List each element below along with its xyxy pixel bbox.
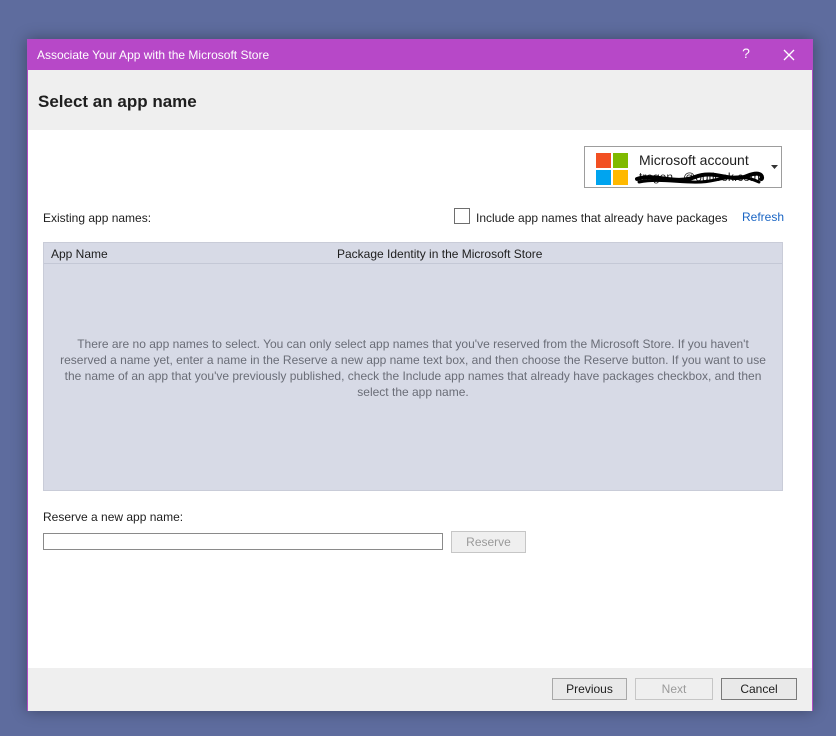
close-icon[interactable]	[780, 46, 798, 64]
redaction-scribble-icon	[635, 171, 765, 184]
empty-grid-message: There are no app names to select. You ca…	[60, 337, 766, 399]
account-name: Microsoft account	[639, 152, 749, 168]
cancel-button[interactable]: Cancel	[721, 678, 797, 700]
column-app-name[interactable]: App Name	[51, 247, 108, 261]
chevron-down-icon	[771, 165, 778, 169]
reserve-app-name-label: Reserve a new app name:	[43, 510, 184, 524]
include-packages-label: Include app names that already have pack…	[476, 211, 728, 225]
reserve-button[interactable]: Reserve	[451, 531, 526, 553]
window-title: Associate Your App with the Microsoft St…	[37, 48, 270, 62]
reserve-app-name-input[interactable]	[43, 533, 443, 550]
title-bar: Associate Your App with the Microsoft St…	[28, 40, 812, 70]
page-header: Select an app name	[28, 70, 812, 130]
dialog-window: Associate Your App with the Microsoft St…	[27, 39, 813, 711]
next-button[interactable]: Next	[635, 678, 713, 700]
microsoft-logo-icon	[596, 153, 629, 186]
account-selector[interactable]: Microsoft account tregen...@outlook.com	[584, 146, 782, 188]
dialog-footer: Previous Next Cancel	[28, 668, 812, 711]
grid-column-header: App Name Package Identity in the Microso…	[44, 243, 782, 264]
help-button[interactable]: ?	[740, 45, 752, 61]
column-package-identity[interactable]: Package Identity in the Microsoft Store	[337, 247, 542, 261]
app-names-grid[interactable]: App Name Package Identity in the Microso…	[43, 242, 783, 491]
refresh-link[interactable]: Refresh	[742, 210, 784, 224]
page-title: Select an app name	[38, 92, 197, 111]
existing-app-names-label: Existing app names:	[43, 211, 152, 225]
previous-button[interactable]: Previous	[552, 678, 627, 700]
checkbox-box[interactable]	[454, 208, 470, 224]
